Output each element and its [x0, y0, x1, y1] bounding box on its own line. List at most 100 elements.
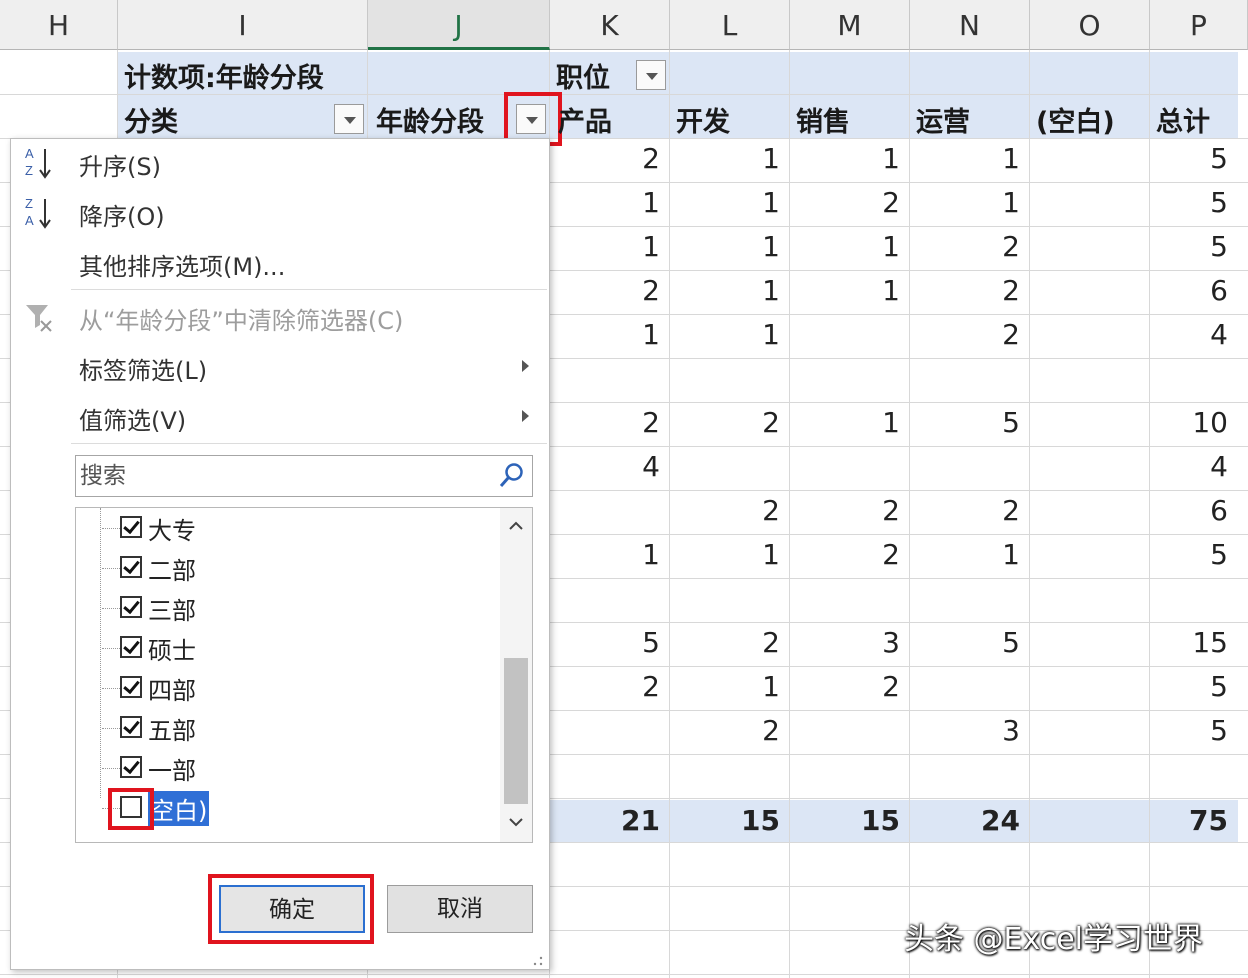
sort-ascending-item[interactable]: A Z 升序(S) [11, 141, 549, 187]
pivot-col-header: 产品 [558, 107, 612, 138]
checkbox[interactable] [120, 676, 142, 698]
pivot-value-cell[interactable]: 10 [1118, 406, 1228, 439]
value-filter-item[interactable]: 值筛选(V) [11, 395, 549, 441]
pivot-value-cell[interactable]: 6 [1118, 494, 1228, 527]
pivot-value-cell[interactable]: 5 [910, 406, 1020, 439]
scrollbar-thumb[interactable] [504, 658, 528, 804]
pivot-value-cell[interactable]: 4 [1118, 450, 1228, 483]
svg-text:A: A [25, 213, 34, 228]
pivot-value-cell[interactable]: 1 [910, 538, 1020, 571]
pivot-value-cell[interactable]: 5 [1118, 714, 1228, 747]
pivot-value-cell[interactable]: 1 [670, 318, 780, 351]
pivot-value-cell[interactable]: 2 [670, 494, 780, 527]
list-item[interactable]: 五部 [76, 708, 496, 748]
scroll-down-icon[interactable] [508, 814, 524, 830]
pivot-value-cell[interactable]: 1 [790, 406, 900, 439]
checkbox[interactable] [120, 716, 142, 738]
column-header-p[interactable]: P [1150, 0, 1248, 50]
pivot-value-cell[interactable]: 1 [910, 186, 1020, 219]
pivot-total-cell[interactable]: 21 [550, 804, 660, 837]
sort-descending-item[interactable]: Z A 降序(O) [11, 191, 549, 237]
pivot-value-cell[interactable]: 1 [550, 230, 660, 263]
label-filter-item[interactable]: 标签筛选(L) [11, 345, 549, 391]
list-item[interactable]: 三部 [76, 588, 496, 628]
pivot-column-field-label: 职位 [556, 63, 610, 94]
pivot-value-cell[interactable]: 5 [1118, 538, 1228, 571]
category-dropdown-button[interactable] [334, 104, 364, 134]
pivot-value-cell[interactable]: 2 [790, 538, 900, 571]
more-sort-options-item[interactable]: 其他排序选项(M)... [11, 241, 549, 287]
column-header-h[interactable]: H [0, 0, 118, 50]
pivot-value-cell[interactable]: 1 [790, 230, 900, 263]
pivot-value-cell[interactable]: 2 [910, 318, 1020, 351]
pivot-value-cell[interactable]: 2 [790, 670, 900, 703]
list-item[interactable]: 一部 [76, 748, 496, 788]
pivot-value-cell[interactable]: 2 [550, 670, 660, 703]
pivot-value-cell[interactable]: 5 [1118, 186, 1228, 219]
pivot-value-cell[interactable]: 5 [1118, 230, 1228, 263]
pivot-value-cell[interactable]: 2 [910, 274, 1020, 307]
column-header-i[interactable]: I [118, 0, 368, 50]
resize-grip-icon[interactable] [531, 951, 543, 966]
column-header-m[interactable]: M [790, 0, 910, 50]
pivot-value-cell[interactable]: 5 [1118, 670, 1228, 703]
pivot-value-cell[interactable]: 1 [790, 274, 900, 307]
pivot-value-cell[interactable]: 4 [550, 450, 660, 483]
checkbox[interactable] [120, 516, 142, 538]
pivot-value-cell[interactable]: 2 [790, 494, 900, 527]
pivot-value-cell[interactable]: 2 [550, 274, 660, 307]
pivot-value-cell[interactable]: 1 [670, 186, 780, 219]
pivot-total-cell[interactable]: 24 [910, 804, 1020, 837]
column-header-o[interactable]: O [1030, 0, 1150, 50]
search-icon[interactable] [498, 461, 526, 491]
column-header-j[interactable]: J [368, 0, 550, 50]
pivot-value-cell[interactable]: 5 [910, 626, 1020, 659]
checkbox[interactable] [120, 756, 142, 778]
list-item[interactable]: 大专 [76, 508, 496, 548]
column-header-l[interactable]: L [670, 0, 790, 50]
scroll-up-icon[interactable] [508, 518, 524, 534]
pivot-value-cell[interactable]: 1 [670, 670, 780, 703]
pivot-value-cell[interactable]: 1 [550, 538, 660, 571]
column-header-k[interactable]: K [550, 0, 670, 50]
pivot-total-cell[interactable]: 15 [670, 804, 780, 837]
pivot-value-cell[interactable]: 2 [910, 494, 1020, 527]
list-item[interactable]: 四部 [76, 668, 496, 708]
pivot-value-cell[interactable]: 2 [910, 230, 1020, 263]
cancel-button[interactable]: 取消 [387, 885, 533, 933]
column-header-n[interactable]: N [910, 0, 1030, 50]
pivot-value-cell[interactable]: 3 [910, 714, 1020, 747]
pivot-value-cell[interactable]: 5 [1118, 142, 1228, 175]
pivot-value-cell[interactable]: 2 [670, 626, 780, 659]
search-input[interactable] [78, 458, 492, 494]
checkbox[interactable] [120, 596, 142, 618]
pivot-value-cell[interactable]: 1 [910, 142, 1020, 175]
pivot-value-cell[interactable]: 5 [550, 626, 660, 659]
pivot-value-cell[interactable]: 3 [790, 626, 900, 659]
pivot-value-cell[interactable]: 1 [670, 230, 780, 263]
list-item[interactable]: 硕士 [76, 628, 496, 668]
pivot-value-cell[interactable]: 1 [670, 274, 780, 307]
pivot-value-cell[interactable]: 1 [670, 142, 780, 175]
pivot-value-cell[interactable]: 1 [550, 186, 660, 219]
pivot-value-cell[interactable]: 2 [670, 714, 780, 747]
pivot-value-cell[interactable]: 4 [1118, 318, 1228, 351]
checkbox[interactable] [120, 636, 142, 658]
column-field-dropdown-button[interactable] [636, 60, 666, 90]
list-item[interactable]: 二部 [76, 548, 496, 588]
pivot-row-field-age-group: 年龄分段 [376, 107, 484, 138]
pivot-value-cell[interactable]: 2 [790, 186, 900, 219]
pivot-value-cell[interactable]: 2 [550, 142, 660, 175]
checkbox[interactable] [120, 556, 142, 578]
pivot-value-cell[interactable]: 1 [670, 538, 780, 571]
pivot-value-cell[interactable]: 15 [1118, 626, 1228, 659]
pivot-value-cell[interactable]: 6 [1118, 274, 1228, 307]
pivot-total-cell[interactable]: 15 [790, 804, 900, 837]
pivot-value-cell[interactable]: 1 [790, 142, 900, 175]
pivot-value-cell[interactable]: 1 [550, 318, 660, 351]
list-scrollbar[interactable] [500, 508, 532, 842]
pivot-total-cell[interactable]: 75 [1118, 804, 1228, 837]
pivot-value-cell[interactable]: 2 [550, 406, 660, 439]
pivot-value-cell[interactable]: 2 [670, 406, 780, 439]
pivot-col-header: 销售 [796, 107, 850, 138]
